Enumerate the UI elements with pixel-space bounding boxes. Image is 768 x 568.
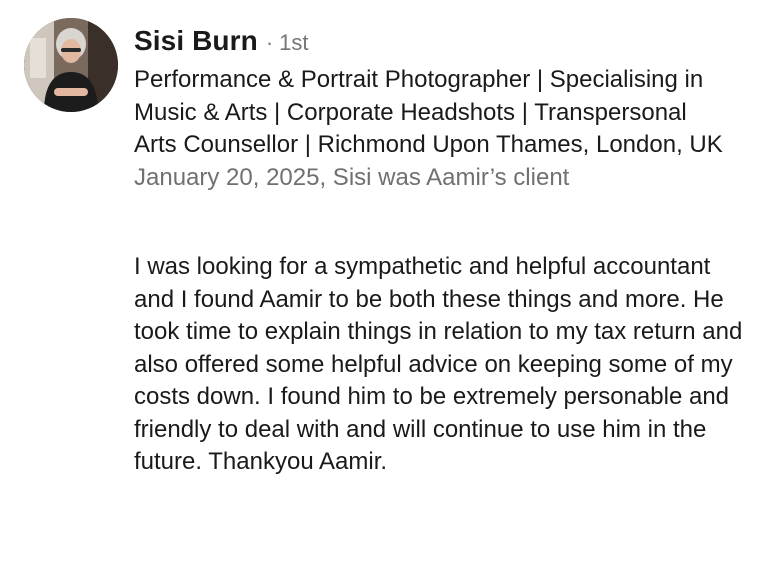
recommendation-meta: January 20, 2025, Sisi was Aamir’s clien… (134, 163, 570, 191)
author-name[interactable]: Sisi Burn (134, 24, 258, 58)
connection-degree: 1st (279, 30, 309, 55)
profile-photo-icon (24, 18, 118, 112)
recommendation-header: Sisi Burn · 1st Performance & Portrait P… (134, 24, 754, 194)
author-headline: Performance & Portrait Photographer | Sp… (134, 66, 723, 158)
separator-dot: · (265, 30, 274, 55)
author-row: Sisi Burn · 1st (134, 24, 754, 60)
avatar[interactable] (24, 18, 118, 112)
recommendation-text: I was looking for a sympathetic and help… (134, 253, 743, 475)
